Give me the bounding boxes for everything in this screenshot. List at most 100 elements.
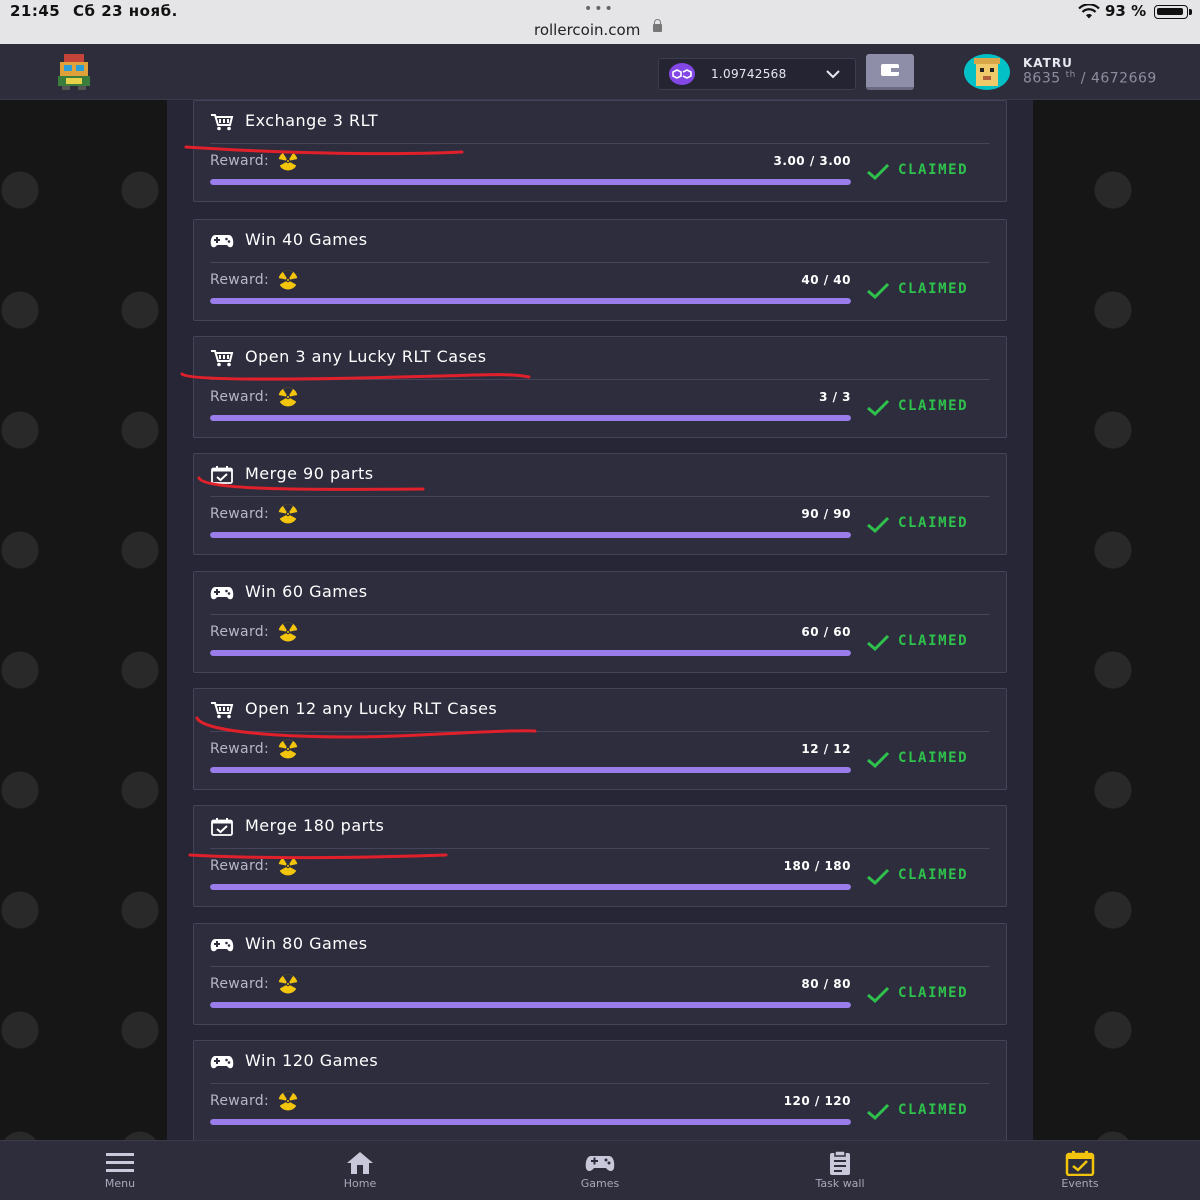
bottom-navigation: Menu Home Games Task wall Events [0, 1140, 1200, 1200]
checkmark-icon [866, 634, 890, 656]
progress-fill [210, 650, 851, 656]
cart-icon [210, 113, 234, 135]
claimed-status: CLAIMED [898, 162, 969, 178]
progress-text: 120 / 120 [783, 1094, 851, 1108]
card-divider [210, 262, 990, 263]
task-card: Win 60 Games Reward: 60 / 60 CLAIMED [193, 571, 1007, 673]
nav-taskwall-label: Task wall [815, 1177, 865, 1190]
card-divider [210, 143, 990, 144]
currency-balance-select[interactable]: 1.09742568 [658, 58, 856, 90]
app-header: 1.09742568 KATRU 8635 th / 4672669 [0, 44, 1200, 100]
progress-fill [210, 884, 851, 890]
reward-label: Reward: [210, 506, 269, 522]
rlt-token-icon [276, 151, 300, 175]
card-divider [210, 614, 990, 615]
claimed-status: CLAIMED [898, 1102, 969, 1118]
task-card: Win 80 Games Reward: 80 / 80 CLAIMED [193, 923, 1007, 1025]
progress-fill [210, 415, 851, 421]
task-title: Win 40 Games [245, 230, 368, 249]
progress-fill [210, 767, 851, 773]
progress-text: 60 / 60 [801, 625, 851, 639]
avatar[interactable] [964, 54, 1010, 90]
task-card: Merge 180 parts Reward: 180 / 180 CLAIMED [193, 805, 1007, 907]
rlt-token-icon [276, 856, 300, 880]
task-card: Open 3 any Lucky RLT Cases Reward: 3 / 3 CL… [193, 336, 1007, 438]
progress-text: 40 / 40 [801, 273, 851, 287]
gamepad-icon [210, 1053, 234, 1075]
nav-menu-label: Menu [104, 1177, 136, 1190]
progress-bar [210, 415, 851, 421]
chevron-down-icon [826, 70, 840, 79]
task-title: Merge 90 parts [245, 464, 374, 483]
task-card: Exchange 3 RLT Reward: 3.00 / 3.00 CLAIMED [193, 100, 1007, 202]
reward-label: Reward: [210, 976, 269, 992]
wallet-icon [881, 64, 899, 76]
nav-events-label: Events [1061, 1177, 1099, 1190]
card-divider [210, 496, 990, 497]
progress-bar [210, 179, 851, 185]
username[interactable]: KATRU [1023, 56, 1073, 70]
calendar-check-icon [210, 466, 234, 488]
polygon-icon [669, 63, 695, 85]
progress-text: 3.00 / 3.00 [773, 154, 851, 168]
browser-menu-dots[interactable]: ••• [584, 1, 615, 17]
claimed-status: CLAIMED [898, 985, 969, 1001]
nav-games[interactable]: Games [540, 1141, 660, 1200]
rlt-token-icon [276, 270, 300, 294]
gamepad-icon [210, 232, 234, 254]
nav-menu[interactable]: Menu [60, 1141, 180, 1200]
background-pattern-right [1033, 100, 1200, 1140]
task-title: Open 3 any Lucky RLT Cases [245, 347, 487, 366]
card-divider [210, 379, 990, 380]
progress-bar [210, 1002, 851, 1008]
battery-percent: 93 % [1105, 2, 1147, 20]
cart-icon [210, 701, 234, 723]
task-card: Win 40 Games Reward: 40 / 40 CLAIMED [193, 219, 1007, 321]
address-bar-url[interactable]: rollercoin.com [534, 21, 640, 39]
progress-fill [210, 298, 851, 304]
card-divider [210, 966, 990, 967]
clipboard-icon [830, 1150, 850, 1175]
task-title: Win 80 Games [245, 934, 368, 953]
rollercoin-logo-icon[interactable] [54, 54, 94, 90]
wifi-icon [1078, 4, 1100, 19]
calendar-check-icon [1065, 1151, 1095, 1176]
wallet-button[interactable] [866, 54, 914, 90]
checkmark-icon [866, 282, 890, 304]
home-icon [347, 1152, 373, 1174]
task-title: Open 12 any Lucky RLT Cases [245, 699, 498, 718]
task-list[interactable]: Exchange 3 RLT Reward: 3.00 / 3.00 CLAIMED W… [167, 100, 1033, 1140]
nav-home[interactable]: Home [300, 1141, 420, 1200]
checkmark-icon [866, 751, 890, 773]
progress-bar [210, 650, 851, 656]
background-pattern-left [0, 100, 167, 1140]
cart-icon [210, 349, 234, 371]
reward-label: Reward: [210, 741, 269, 757]
battery-icon [1154, 5, 1188, 19]
progress-fill [210, 1119, 851, 1125]
nav-events[interactable]: Events [1020, 1141, 1140, 1200]
checkmark-icon [866, 868, 890, 890]
progress-bar [210, 1119, 851, 1125]
claimed-status: CLAIMED [898, 633, 969, 649]
task-title: Merge 180 parts [245, 816, 385, 835]
progress-fill [210, 532, 851, 538]
rlt-token-icon [276, 1091, 300, 1115]
checkmark-icon [866, 516, 890, 538]
progress-bar [210, 298, 851, 304]
progress-text: 80 / 80 [801, 977, 851, 991]
progress-text: 180 / 180 [783, 859, 851, 873]
nav-task-wall[interactable]: Task wall [780, 1141, 900, 1200]
checkmark-icon [866, 986, 890, 1008]
rlt-token-icon [276, 504, 300, 528]
lock-icon [653, 19, 662, 32]
task-title: Exchange 3 RLT [245, 111, 379, 130]
checkmark-icon [866, 1103, 890, 1125]
task-card: Open 12 any Lucky RLT Cases Reward: 12 / 1… [193, 688, 1007, 790]
progress-text: 12 / 12 [801, 742, 851, 756]
claimed-status: CLAIMED [898, 398, 969, 414]
nav-home-label: Home [343, 1177, 377, 1190]
status-date: Сб 23 нояб. [73, 2, 178, 20]
menu-icon [106, 1153, 134, 1172]
reward-label: Reward: [210, 153, 269, 169]
